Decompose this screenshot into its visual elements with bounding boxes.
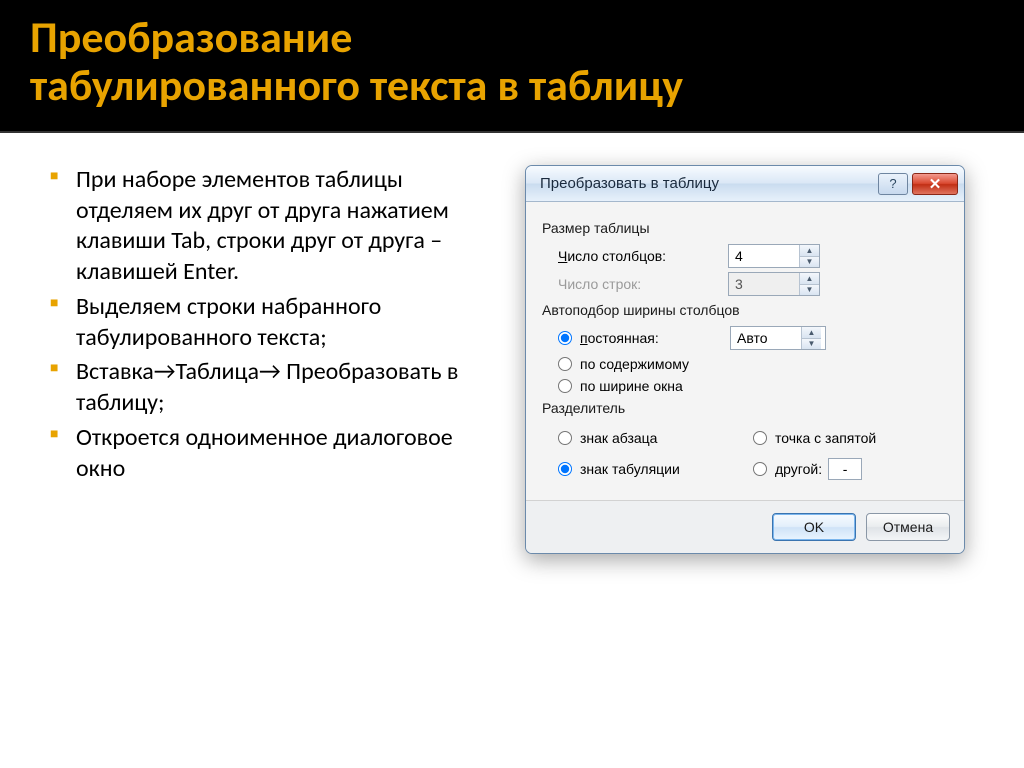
slide-body: При наборе элементов таблицы отделяем их…: [0, 133, 1024, 574]
sep-other-label: другой:: [775, 461, 822, 477]
separator-radio-group: знак абзаца точка с запятой знак табуляц…: [558, 424, 948, 486]
autofit-fixed-label: постоянная:: [580, 330, 730, 346]
spin-down-icon[interactable]: ▼: [800, 257, 819, 268]
sep-semi-label: точка с запятой: [775, 430, 876, 446]
sep-tab-row[interactable]: знак табуляции: [558, 458, 753, 480]
autofit-fixed-row[interactable]: постоянная: ▲ ▼: [558, 326, 948, 350]
bullet-item: Вставка→Таблица→ Преобразовать в таблицу…: [50, 357, 470, 418]
rows-input: [729, 273, 799, 295]
columns-spinner[interactable]: ▲ ▼: [728, 244, 820, 268]
dialog-titlebar[interactable]: Преобразовать в таблицу ? ✕: [526, 166, 964, 202]
spin-up-icon[interactable]: ▲: [800, 245, 819, 257]
group-separator: Разделитель: [542, 400, 948, 416]
slide-title: Преобразование табулированного текста в …: [30, 14, 994, 109]
cancel-button[interactable]: Отмена: [866, 513, 950, 541]
sep-tab-radio[interactable]: [558, 462, 572, 476]
autofit-window-radio[interactable]: [558, 379, 572, 393]
rows-row: Число строк: ▲ ▼: [558, 272, 948, 296]
autofit-radio-group: постоянная: ▲ ▼ по содержимому: [558, 326, 948, 394]
sep-semi-radio[interactable]: [753, 431, 767, 445]
ok-button[interactable]: OK: [772, 513, 856, 541]
spin-down-icon: ▼: [800, 285, 819, 296]
spinner-buttons: ▲ ▼: [799, 273, 819, 295]
spinner-buttons[interactable]: ▲ ▼: [801, 327, 821, 349]
sep-other-radio[interactable]: [753, 462, 767, 476]
bullet-list: При наборе элементов таблицы отделяем их…: [50, 165, 470, 488]
autofit-window-label: по ширине окна: [580, 378, 683, 394]
autofit-window-row[interactable]: по ширине окна: [558, 378, 948, 394]
spin-up-icon: ▲: [800, 273, 819, 285]
close-button[interactable]: ✕: [912, 173, 958, 195]
sep-para-radio[interactable]: [558, 431, 572, 445]
spinner-buttons[interactable]: ▲ ▼: [799, 245, 819, 267]
fixed-width-spinner[interactable]: ▲ ▼: [730, 326, 826, 350]
sep-para-row[interactable]: знак абзаца: [558, 430, 753, 446]
group-table-size: Размер таблицы: [542, 220, 948, 236]
group-autofit: Автоподбор ширины столбцов: [542, 302, 948, 318]
fixed-width-input[interactable]: [731, 327, 801, 349]
spin-down-icon[interactable]: ▼: [802, 339, 821, 350]
bullet-item: Откроется одноименное диалоговое окно: [50, 423, 470, 484]
title-line-2: табулированного текста в таблицу: [30, 58, 683, 112]
bullet-item: При наборе элементов таблицы отделяем их…: [50, 165, 470, 288]
dialog-body: Размер таблицы Число столбцов: ▲ ▼ Число…: [526, 202, 964, 500]
bullet-item: Выделяем строки набранного табулированно…: [50, 292, 470, 353]
columns-label: Число столбцов:: [558, 248, 728, 264]
columns-row: Число столбцов: ▲ ▼: [558, 244, 948, 268]
sep-other-row[interactable]: другой:: [753, 458, 948, 480]
autofit-content-radio[interactable]: [558, 357, 572, 371]
slide-header: Преобразование табулированного текста в …: [0, 0, 1024, 133]
dialog-footer: OK Отмена: [526, 500, 964, 553]
rows-label: Число строк:: [558, 276, 728, 292]
sep-para-label: знак абзаца: [580, 430, 657, 446]
autofit-content-row[interactable]: по содержимому: [558, 356, 948, 372]
sep-semi-row[interactable]: точка с запятой: [753, 430, 948, 446]
sep-tab-label: знак табуляции: [580, 461, 680, 477]
rows-spinner: ▲ ▼: [728, 272, 820, 296]
sep-other-input[interactable]: [828, 458, 862, 480]
spin-up-icon[interactable]: ▲: [802, 327, 821, 339]
convert-to-table-dialog: Преобразовать в таблицу ? ✕ Размер табли…: [525, 165, 965, 554]
autofit-content-label: по содержимому: [580, 356, 689, 372]
close-icon: ✕: [929, 175, 942, 193]
columns-input[interactable]: [729, 245, 799, 267]
autofit-fixed-radio[interactable]: [558, 331, 572, 345]
dialog-container: Преобразовать в таблицу ? ✕ Размер табли…: [496, 165, 994, 554]
dialog-title: Преобразовать в таблицу: [540, 175, 719, 192]
title-line-1: Преобразование: [30, 10, 352, 64]
help-button[interactable]: ?: [878, 173, 908, 195]
